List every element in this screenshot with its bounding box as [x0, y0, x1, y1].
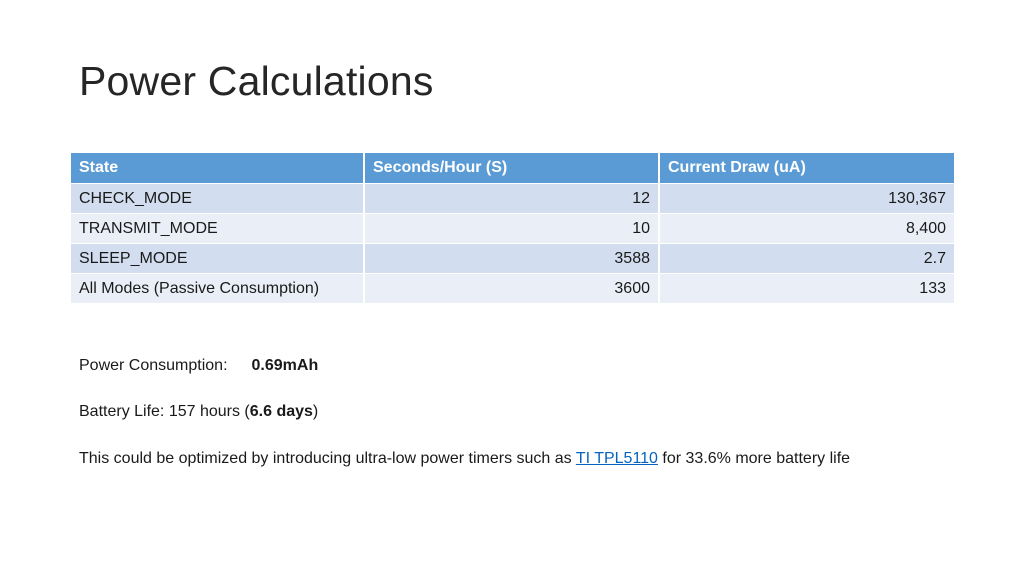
power-consumption-label: Power Consumption:	[79, 357, 228, 374]
cell-seconds: 12	[365, 184, 660, 214]
battery-life-line: Battery Life: 157 hours (6.6 days)	[79, 403, 318, 421]
cell-state: SLEEP_MODE	[71, 244, 365, 274]
cell-seconds: 3600	[365, 274, 660, 304]
power-table: State Seconds/Hour (S) Current Draw (uA)…	[71, 153, 954, 304]
power-consumption-value: 0.69mAh	[251, 357, 319, 374]
optimization-prefix: This could be optimized by introducing u…	[79, 450, 576, 467]
optimization-suffix: for 33.6% more battery life	[657, 450, 851, 467]
cell-seconds: 10	[365, 214, 660, 244]
header-current-draw: Current Draw (uA)	[660, 153, 954, 184]
ti-tpl5110-link[interactable]: TI TPL5110	[576, 450, 658, 467]
cell-seconds: 3588	[365, 244, 660, 274]
cell-current: 133	[660, 274, 954, 304]
power-consumption-line: Power Consumption: 0.69mAh	[79, 357, 318, 375]
cell-state: TRANSMIT_MODE	[71, 214, 365, 244]
cell-current: 130,367	[660, 184, 954, 214]
table-row: TRANSMIT_MODE 10 8,400	[71, 214, 954, 244]
header-seconds-per-hour: Seconds/Hour (S)	[365, 153, 660, 184]
battery-life-prefix: Battery Life: 157 hours (	[79, 403, 250, 420]
optimization-line: This could be optimized by introducing u…	[79, 450, 850, 468]
cell-current: 8,400	[660, 214, 954, 244]
table-row: SLEEP_MODE 3588 2.7	[71, 244, 954, 274]
table-row: CHECK_MODE 12 130,367	[71, 184, 954, 214]
table-header-row: State Seconds/Hour (S) Current Draw (uA)	[71, 153, 954, 184]
cell-state: CHECK_MODE	[71, 184, 365, 214]
cell-state: All Modes (Passive Consumption)	[71, 274, 365, 304]
page-title: Power Calculations	[79, 58, 434, 104]
battery-life-suffix: )	[312, 403, 319, 420]
cell-current: 2.7	[660, 244, 954, 274]
battery-life-days: 6.6 days	[249, 403, 313, 420]
header-state: State	[71, 153, 365, 184]
table-row: All Modes (Passive Consumption) 3600 133	[71, 274, 954, 304]
